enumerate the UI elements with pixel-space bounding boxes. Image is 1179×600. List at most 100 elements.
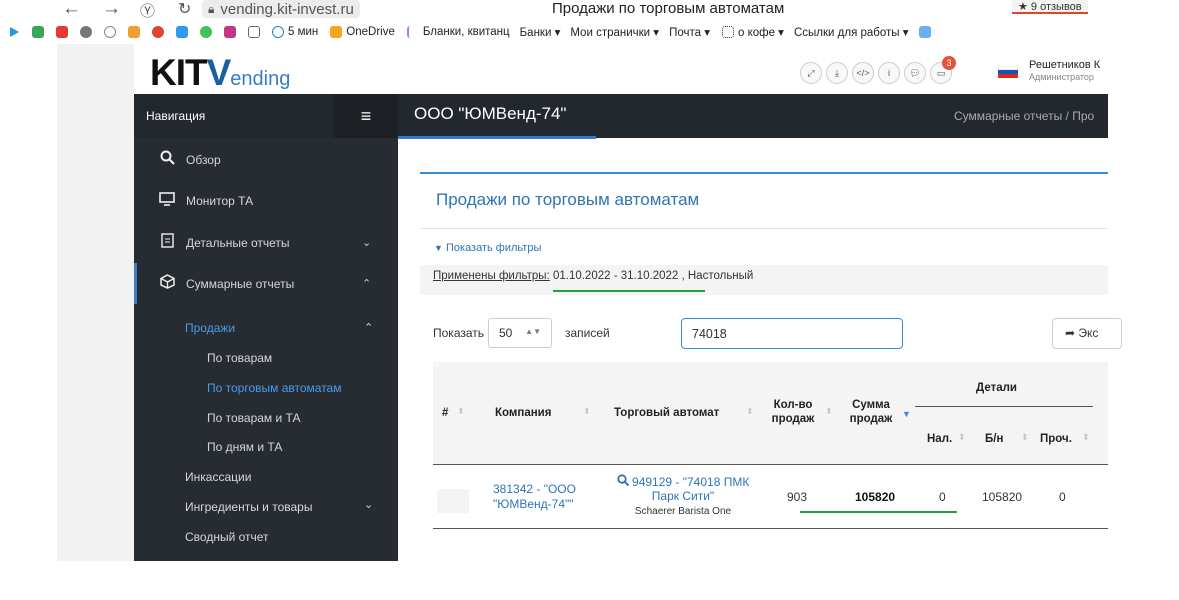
sort-desc-icon[interactable]: ▼ [902, 409, 911, 419]
machine-cell: 949129 - "74018 ПМК Парк Сити" Schaerer B… [607, 474, 759, 519]
per-page-select[interactable]: 50 ▲▼ [488, 318, 552, 348]
th-cashless[interactable]: Б/н [985, 432, 1003, 446]
sidebar-title: Навигация [146, 109, 206, 123]
bookmark-banks[interactable]: Банки ▾ [520, 25, 561, 39]
bookmark-work-links[interactable]: Ссылки для работы ▾ [794, 25, 909, 39]
url-text: vending.kit-invest.ru [220, 0, 354, 18]
sidebar-subitem-ingredients[interactable]: Ингредиенты и товары [185, 500, 312, 514]
sidebar-subitem-by-days-machines[interactable]: По дням и ТА [207, 440, 282, 454]
sidebar-subitem-by-goods[interactable]: По товарам [207, 351, 272, 365]
sum-cell: 105820 [855, 490, 896, 504]
bookmark-5min[interactable]: 5 мин [288, 26, 318, 38]
th-cash[interactable]: Нал. [927, 432, 952, 446]
top-bar: ООО "ЮМВенд-74" Суммарные отчеты / Про [398, 94, 1108, 139]
whatsapp-icon[interactable] [200, 26, 212, 38]
show-filters-link[interactable]: ▼ Показать фильтры [434, 242, 541, 254]
calendar-icon[interactable] [32, 26, 44, 38]
active-indicator [134, 263, 137, 304]
sidebar-item-monitor[interactable]: Монитор ТА [134, 180, 398, 221]
sidebar-header: Навигация ≡ [134, 94, 398, 138]
timer-icon[interactable] [272, 26, 284, 38]
slack-icon[interactable] [152, 26, 164, 38]
bookmark-coffee[interactable]: о кофе ▾ [738, 25, 784, 39]
search-input[interactable] [681, 318, 903, 349]
row-number-cell [437, 489, 469, 513]
pen-icon [406, 26, 419, 38]
bookmark-onedrive[interactable]: OneDrive [346, 26, 395, 38]
yandex-icon[interactable]: Ⓨ [140, 0, 155, 21]
th-details: Детали [976, 382, 1017, 394]
user-name[interactable]: Решетников К [1029, 59, 1100, 71]
mail-icon[interactable] [128, 26, 140, 38]
highlight-underline [553, 290, 705, 292]
chat-icon[interactable]: 💬︎ [904, 62, 926, 84]
divider [420, 228, 1108, 229]
sort-icon[interactable]: ⬍ [1082, 432, 1090, 443]
instagram-icon[interactable] [224, 26, 236, 38]
panel-title: Продажи по торговым автоматам [436, 190, 700, 209]
lock-icon: 🔒︎ [208, 1, 215, 16]
send-icon[interactable] [248, 26, 260, 38]
address-bar[interactable]: 🔒︎ vending.kit-invest.ru [202, 0, 360, 18]
company-link[interactable]: 381342 - "ООО "ЮМВенд-74"" [493, 482, 576, 512]
sidebar-subitem-by-goods-machines[interactable]: По товарам и ТА [207, 411, 301, 425]
code-icon[interactable]: </> [852, 62, 874, 84]
sort-icon[interactable]: ⬍ [1021, 432, 1029, 443]
export-button[interactable]: ➦ Экс [1052, 318, 1122, 349]
sort-icon[interactable]: ⬍ [746, 406, 754, 417]
pause-icon[interactable] [104, 26, 116, 38]
chevron-down-icon[interactable]: ⌄ [364, 498, 373, 511]
sidebar: Навигация ≡ Обзор Монитор ТА Детальные о… [134, 94, 398, 561]
th-machine[interactable]: Торговый автомат [614, 406, 719, 420]
share-icon: ➦ [1065, 326, 1076, 340]
sidebar-subitem-sales[interactable]: Продажи [185, 321, 235, 335]
sort-icon[interactable]: ⬍ [825, 406, 833, 417]
info-icon[interactable]: i [878, 62, 900, 84]
forward-arrow-icon[interactable]: → [102, 0, 121, 20]
youtube-icon[interactable] [56, 26, 68, 38]
sidebar-subitem-collections[interactable]: Инкассации [185, 470, 251, 484]
th-other[interactable]: Проч. [1040, 432, 1072, 446]
hamburger-menu-icon[interactable]: ≡ [334, 94, 398, 138]
sidebar-item-detail-reports[interactable]: Детальные отчеты ⌄ [134, 222, 398, 263]
bookmark-my-pages[interactable]: Мои странички ▾ [570, 25, 659, 39]
kit-vending-logo[interactable]: KITVending [150, 52, 290, 94]
sidebar-subitem-summary[interactable]: Сводный отчет [185, 530, 269, 544]
th-number[interactable]: # [442, 406, 448, 420]
notification-badge: 3 [942, 56, 956, 70]
company-title: ООО "ЮМВенд-74" [414, 104, 567, 123]
sort-icon[interactable]: ⬍ [457, 406, 465, 417]
fullscreen-icon[interactable]: ⤢ [800, 62, 822, 84]
qty-cell: 903 [787, 490, 808, 504]
applied-filters: Применены фильтры: 01.10.2022 - 31.10.20… [420, 265, 1108, 295]
applied-filters-label: Применены фильтры: [433, 270, 550, 282]
other-cell: 0 [1059, 490, 1066, 504]
sidebar-item-summary-reports[interactable]: Суммарные отчеты ⌃ [134, 263, 398, 304]
bookmark-mail[interactable]: Почта ▾ [669, 25, 710, 39]
bookmark-blanks[interactable]: Бланки, квитанц [423, 26, 510, 38]
sidebar-subitem-by-machines[interactable]: По торговым автоматам [207, 381, 341, 395]
entries-label: записей [565, 326, 610, 340]
th-qty[interactable]: Кол-во продаж [768, 398, 818, 426]
sort-icon[interactable]: ⬍ [958, 432, 966, 443]
play-icon[interactable] [8, 26, 20, 38]
chevron-up-icon[interactable]: ⌃ [364, 321, 373, 334]
back-arrow-icon[interactable]: ← [62, 0, 81, 20]
drive-icon[interactable] [176, 26, 188, 38]
download-icon[interactable]: ⤓ [826, 62, 848, 84]
th-company[interactable]: Компания [495, 406, 551, 420]
user-role: Администратор [1029, 72, 1094, 82]
search-icon [158, 150, 176, 169]
sidebar-item-overview[interactable]: Обзор [134, 139, 398, 180]
breadcrumb[interactable]: Суммарные отчеты / Про [954, 109, 1094, 123]
russia-flag-icon[interactable] [998, 66, 1018, 78]
apple-icon[interactable] [80, 26, 92, 38]
reload-icon[interactable]: ↻ [178, 0, 191, 19]
sort-icon[interactable]: ⬍ [583, 406, 591, 417]
cube-icon [158, 274, 176, 293]
folder-icon[interactable] [918, 26, 931, 38]
reviews-badge[interactable]: ★ 9 отзывов [1012, 0, 1088, 14]
machine-link[interactable]: 949129 - "74018 ПМК Парк Сити" [617, 474, 749, 503]
chevron-down-icon: ⌄ [362, 237, 372, 249]
th-sum[interactable]: Сумма продаж [845, 398, 897, 426]
